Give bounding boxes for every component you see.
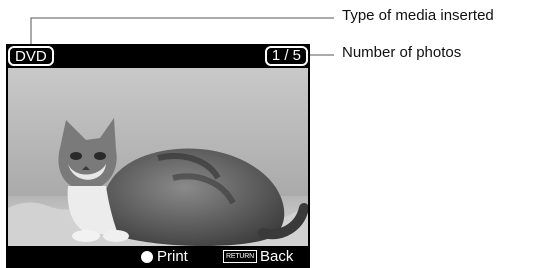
photo-count-callout: Number of photos [342,44,462,61]
back-hint: RETURN Back [223,248,293,265]
media-callout-line [30,17,334,44]
tv-screen: DVD 1 / 5 Print RETURN Back [6,44,310,268]
cat-photo [8,68,308,246]
photo-preview [8,68,308,246]
back-label: Back [259,248,294,265]
screen-bottom-bar: Print RETURN Back [6,246,310,268]
media-type-callout: Type of media inserted [342,7,494,24]
print-label: Print [157,248,188,265]
media-type-badge: DVD [8,46,54,66]
photo-count-badge: 1 / 5 [264,46,308,66]
print-hint: Print [141,248,188,265]
return-key-icon: RETURN [223,250,257,263]
circle-button-icon [141,250,153,263]
screen-top-bar: DVD 1 / 5 [6,44,310,66]
